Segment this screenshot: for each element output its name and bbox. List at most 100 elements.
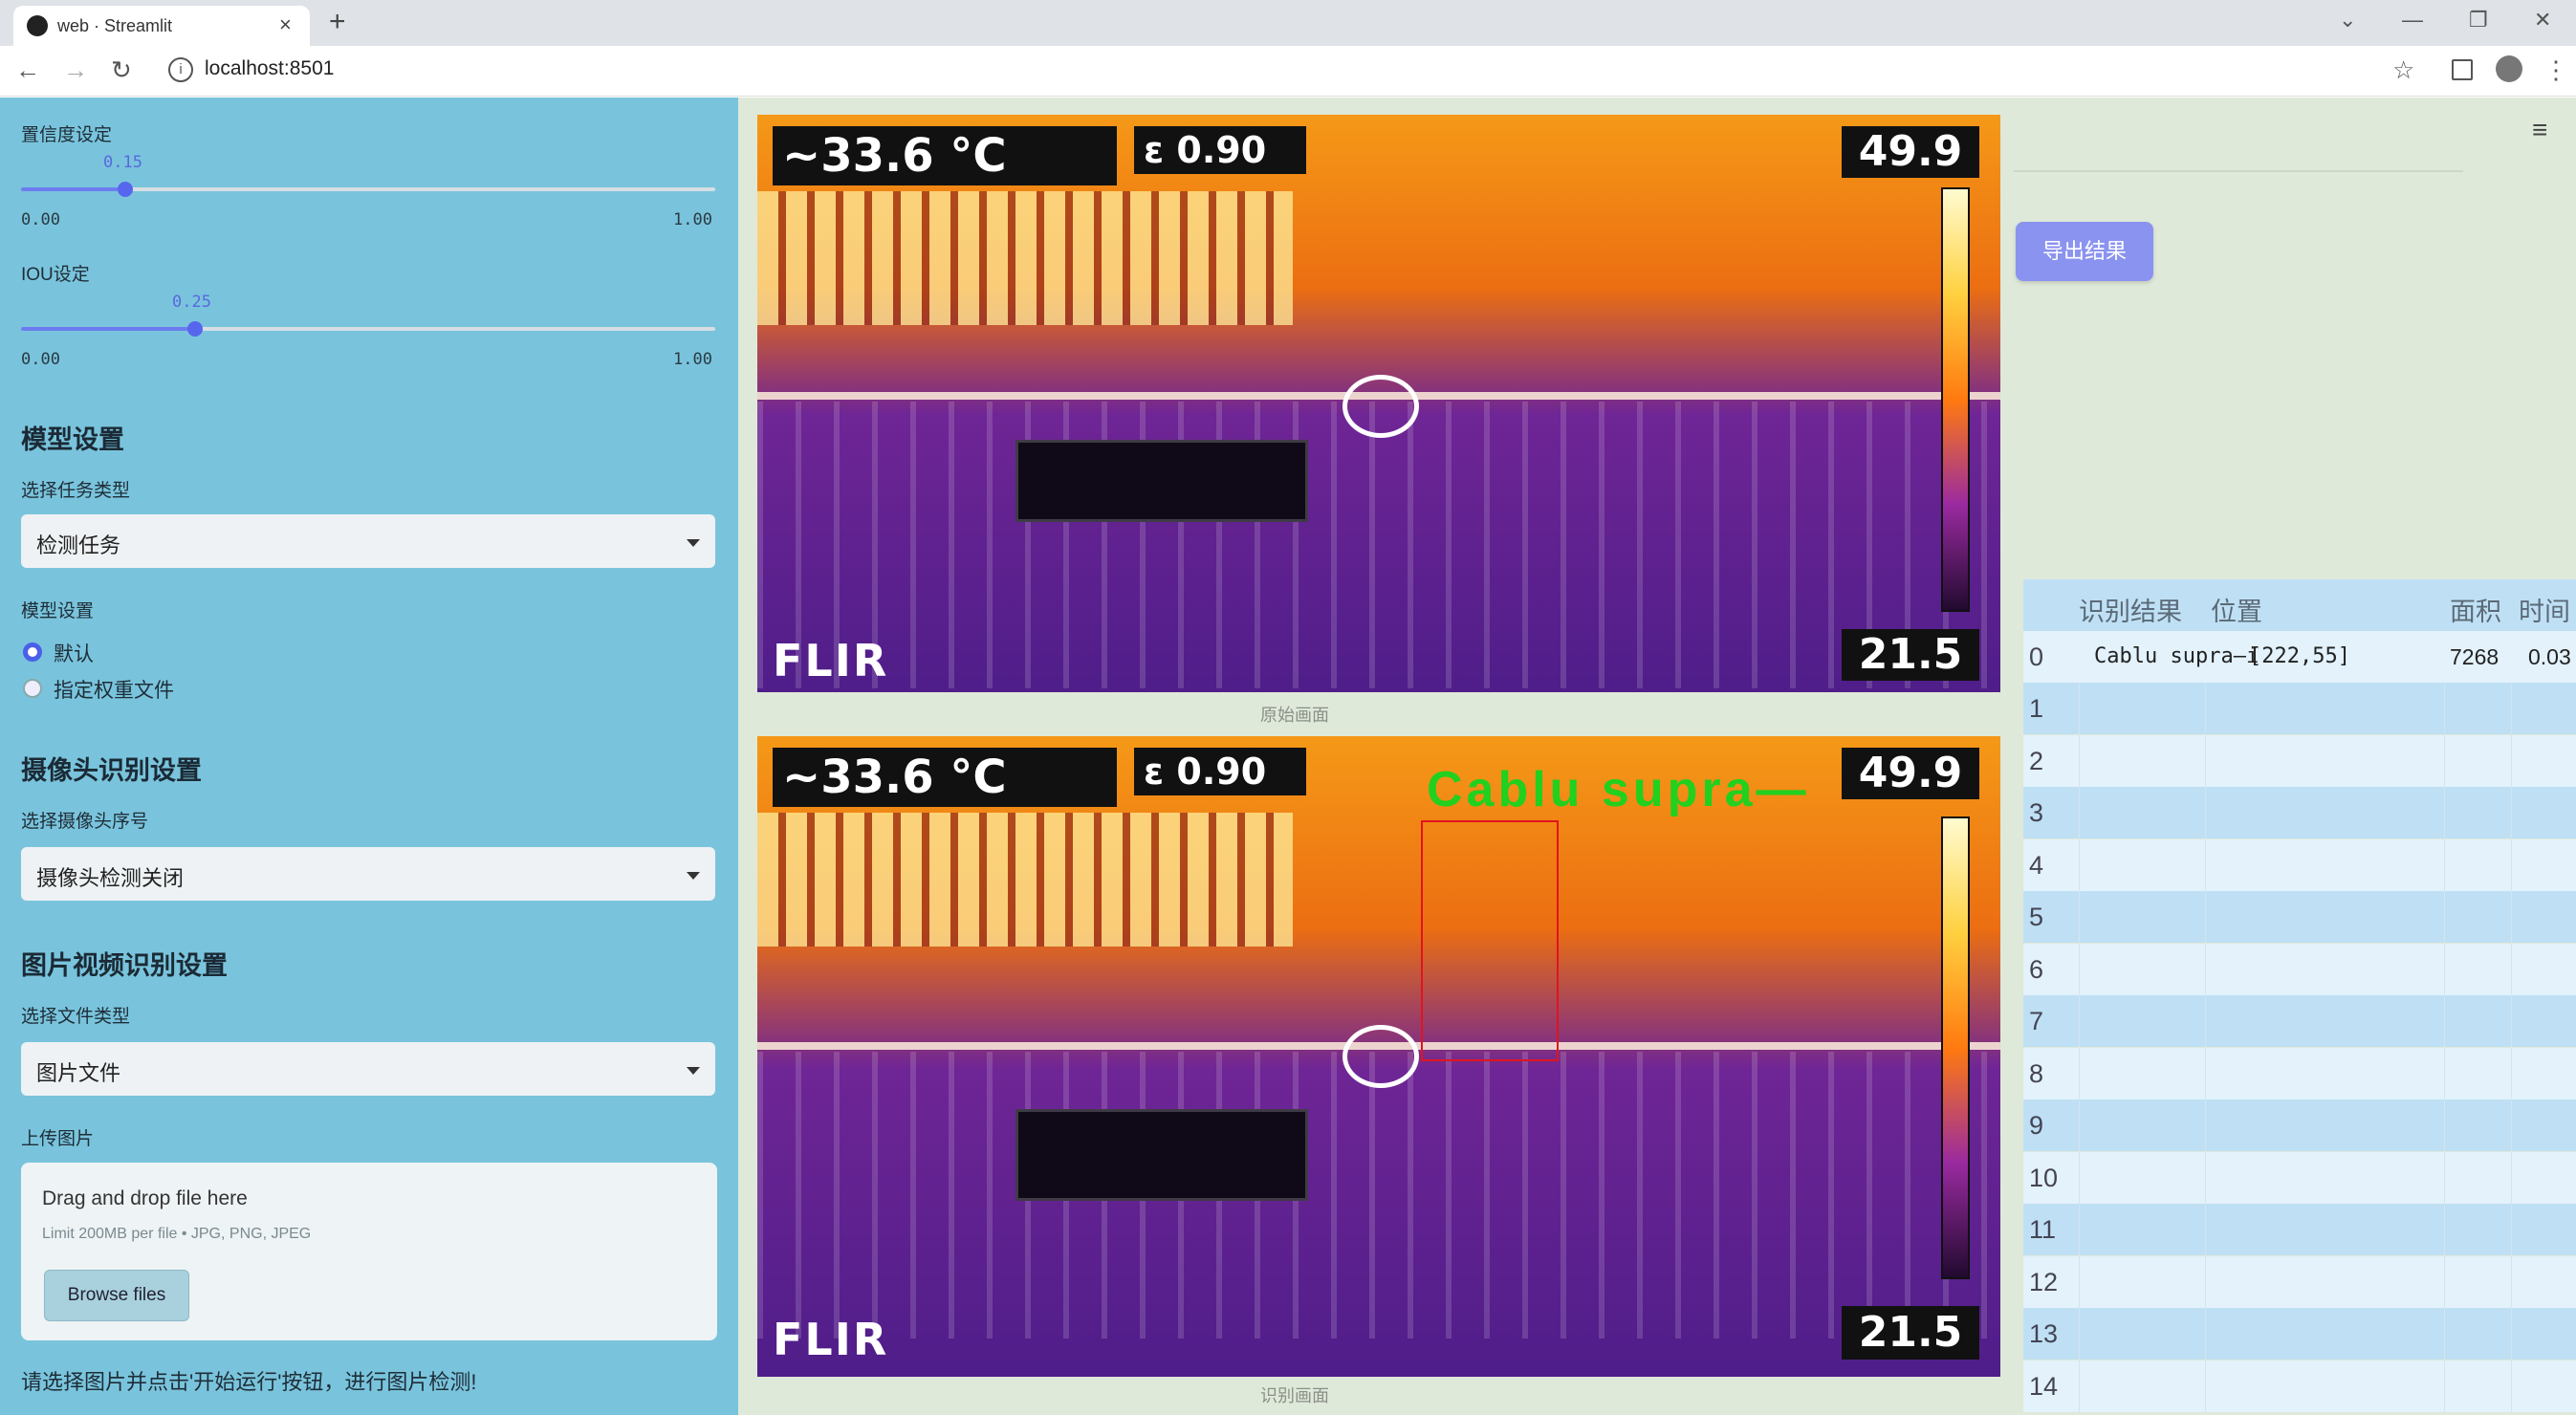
radio-custom-weights[interactable] <box>23 679 42 698</box>
task-type-select[interactable]: 检测任务 <box>21 514 715 568</box>
iou-slider-thumb[interactable] <box>187 321 203 337</box>
hamburger-menu-icon[interactable]: ≡ <box>2532 115 2547 145</box>
camera-index-label: 选择摄像头序号 <box>21 812 149 832</box>
row-index: 13 <box>2029 1319 2059 1348</box>
iou-value: 0.25 <box>172 293 211 312</box>
table-row[interactable]: 2 <box>2023 734 2576 787</box>
table-row[interactable]: 4 <box>2023 838 2576 891</box>
iou-slider[interactable] <box>21 327 715 331</box>
media-settings-title: 图片视频识别设置 <box>21 951 228 980</box>
iou-max: 1.00 <box>673 350 712 369</box>
header-result: 识别结果 <box>2079 598 2182 626</box>
flir-logo: FLIR <box>773 635 889 686</box>
emissivity-readout: ε 0.90 <box>1134 126 1306 174</box>
chevron-down-icon <box>687 539 700 547</box>
tab-search-icon[interactable]: ⌄ <box>2339 8 2356 33</box>
temperature-readout: ~33.6 °C <box>773 126 1117 185</box>
file-type-value: 图片文件 <box>36 1061 121 1085</box>
radio-default[interactable] <box>23 642 42 662</box>
detection-bounding-box <box>1421 820 1559 1061</box>
divider <box>2014 170 2463 172</box>
tab-close-icon[interactable]: × <box>279 12 292 37</box>
radio-custom-weights-label: 指定权重文件 <box>54 680 174 702</box>
row-position: [222,55] <box>2249 644 2350 668</box>
flir-logo: FLIR <box>773 1314 889 1365</box>
camera-settings-title: 摄像头识别设置 <box>21 756 202 785</box>
table-row[interactable]: 14 <box>2023 1360 2576 1412</box>
file-type-select[interactable]: 图片文件 <box>21 1042 715 1096</box>
confidence-min: 0.00 <box>21 210 60 229</box>
limit-text: Limit 200MB per file • JPG, PNG, JPEG <box>42 1226 312 1242</box>
min-temp-readout: 21.5 <box>1842 1306 1979 1360</box>
row-index: 0 <box>2029 642 2044 671</box>
detected-caption: 识别画面 <box>1260 1386 1329 1405</box>
restore-icon[interactable]: ❐ <box>2469 8 2488 33</box>
profile-icon[interactable] <box>2496 55 2522 82</box>
model-settings-label: 模型设置 <box>21 601 95 621</box>
star-icon[interactable]: ☆ <box>2392 55 2414 85</box>
header-position: 位置 <box>2211 598 2262 626</box>
close-window-icon[interactable]: ✕ <box>2534 8 2551 33</box>
row-index: 3 <box>2029 798 2044 827</box>
minimize-icon[interactable]: — <box>2402 8 2423 33</box>
emissivity-readout: ε 0.90 <box>1134 748 1306 795</box>
row-result: Cablu supra—i <box>2094 644 2259 668</box>
new-tab-icon[interactable]: + <box>329 6 346 38</box>
table-row[interactable]: 0 Cablu supra—i [222,55] 7268 0.03 <box>2023 631 2576 683</box>
table-row[interactable]: 11 <box>2023 1204 2576 1255</box>
row-index: 12 <box>2029 1267 2059 1296</box>
upload-label: 上传图片 <box>21 1129 95 1149</box>
forward-icon[interactable]: → <box>63 55 88 85</box>
row-index: 2 <box>2029 746 2044 775</box>
sidepanel-icon[interactable] <box>2452 59 2473 80</box>
table-row[interactable]: 1 <box>2023 683 2576 734</box>
temperature-readout: ~33.6 °C <box>773 748 1117 807</box>
table-row[interactable]: 12 <box>2023 1255 2576 1308</box>
back-icon[interactable]: ← <box>15 55 40 85</box>
sidebar: 置信度设定 0.15 0.00 1.00 IOU设定 0.25 0.00 1.0… <box>0 98 738 1415</box>
row-index: 1 <box>2029 694 2044 723</box>
file-uploader-dropzone[interactable]: Drag and drop file here Limit 200MB per … <box>21 1163 717 1340</box>
row-index: 6 <box>2029 954 2044 984</box>
confidence-slider-thumb[interactable] <box>118 182 133 197</box>
table-row[interactable]: 6 <box>2023 943 2576 995</box>
browser-tab-bar: web · Streamlit × + ⌄ — ❐ ✕ <box>0 0 2576 46</box>
row-index: 10 <box>2029 1163 2059 1192</box>
row-index: 14 <box>2029 1371 2059 1401</box>
menu-icon[interactable]: ⋮ <box>2543 55 2568 85</box>
detected-thermal-image: ~33.6 °C ε 0.90 49.9 21.5 FLIR Cablu sup… <box>757 736 2000 1377</box>
browser-tab[interactable]: web · Streamlit × <box>13 6 310 46</box>
reload-icon[interactable]: ↻ <box>111 55 132 85</box>
hint-text: 请选择图片并点击'开始运行'按钮，进行图片检测! <box>21 1370 477 1394</box>
export-results-button[interactable]: 导出结果 <box>2016 222 2153 281</box>
tab-title: web · Streamlit <box>57 16 173 35</box>
confidence-label: 置信度设定 <box>21 125 113 145</box>
row-index: 8 <box>2029 1058 2044 1088</box>
header-area: 面积 <box>2450 598 2501 626</box>
table-row[interactable]: 7 <box>2023 995 2576 1047</box>
task-type-value: 检测任务 <box>36 533 121 557</box>
camera-index-select[interactable]: 摄像头检测关闭 <box>21 847 715 901</box>
address-bar[interactable]: localhost:8501 <box>205 57 334 80</box>
table-row[interactable]: 3 <box>2023 787 2576 838</box>
iou-min: 0.00 <box>21 350 60 369</box>
original-thermal-image: ~33.6 °C ε 0.90 49.9 21.5 FLIR <box>757 115 2000 692</box>
file-type-label: 选择文件类型 <box>21 1007 131 1027</box>
row-area: 7268 <box>2450 644 2500 669</box>
table-row[interactable]: 8 <box>2023 1047 2576 1099</box>
table-header: 识别结果 位置 面积 时间 <box>2023 579 2576 631</box>
info-icon[interactable]: i <box>168 57 193 82</box>
table-row[interactable]: 13 <box>2023 1308 2576 1360</box>
row-time: 0.03 <box>2528 644 2571 669</box>
model-settings-title: 模型设置 <box>21 425 124 454</box>
table-row[interactable]: 10 <box>2023 1151 2576 1204</box>
table-row[interactable]: 5 <box>2023 891 2576 943</box>
row-index: 5 <box>2029 903 2044 931</box>
chevron-down-icon <box>687 1067 700 1075</box>
table-row[interactable]: 9 <box>2023 1099 2576 1151</box>
row-index: 9 <box>2029 1111 2044 1140</box>
browse-files-button[interactable]: Browse files <box>44 1270 189 1321</box>
min-temp-readout: 21.5 <box>1842 629 1979 681</box>
confidence-value: 0.15 <box>103 153 142 172</box>
chevron-down-icon <box>687 872 700 880</box>
